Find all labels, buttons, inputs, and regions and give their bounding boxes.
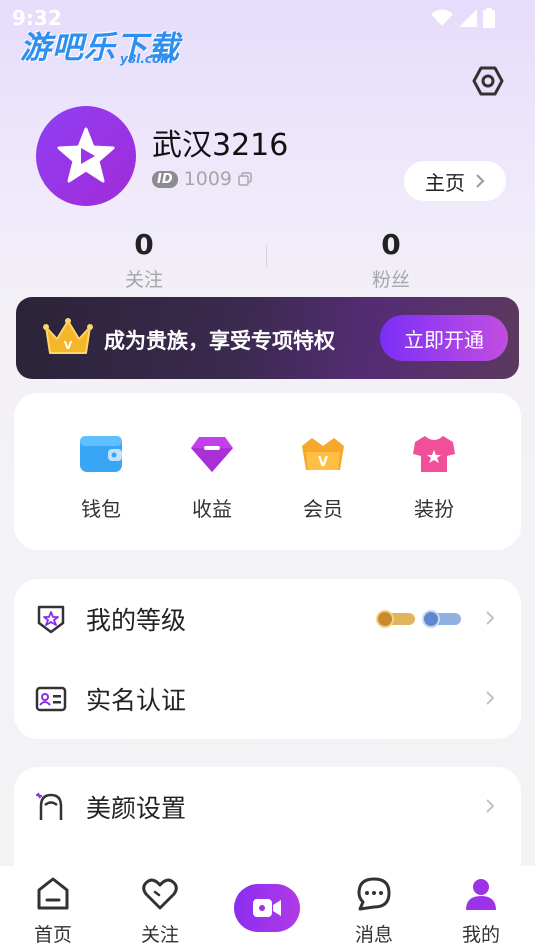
wifi-icon [431,9,453,26]
following-label: 关注 [124,269,163,291]
grid-item-earnings[interactable]: 收益 [167,429,257,522]
id-card-icon [34,682,68,716]
tab-messages[interactable]: 消息 [334,874,414,947]
tab-home[interactable]: 首页 [13,874,93,947]
tab-following[interactable]: 关注 [120,874,200,947]
settings-icon [472,66,504,96]
copy-icon[interactable] [238,172,252,186]
tab-label-home: 首页 [33,924,72,946]
grid-label-dressup: 装扮 [414,497,454,521]
stat-fans[interactable]: 0 粉丝 [331,228,451,292]
wealth-level-badge [376,610,415,628]
grid-item-dressup[interactable]: 装扮 [389,429,479,522]
grid-item-wallet[interactable]: 钱包 [56,429,146,522]
username: 武汉3216 [152,128,289,163]
home-page-button[interactable]: 主页 [404,161,506,201]
tab-label-profile: 我的 [461,924,500,946]
quick-actions-card: 钱包 收益 V 会员 装扮 [14,393,521,550]
fans-count: 0 [381,228,401,261]
bottom-tab-bar: 首页 关注 消息 我的 [0,866,535,951]
menu-label-beauty: 美颜设置 [86,794,187,823]
tab-label-messages: 消息 [354,924,393,946]
live-video-icon [253,899,281,917]
user-id-row: ID 1009 [152,168,252,190]
diamond-icon [187,429,237,479]
grid-label-earnings: 收益 [192,497,232,521]
message-icon [334,874,414,914]
vip-activate-button[interactable]: 立即开通 [380,315,508,361]
watermark-sub: y8l.com [120,52,173,66]
grid-label-wallet: 钱包 [81,497,121,521]
svg-text:V: V [318,455,328,470]
wallet-icon [76,429,126,479]
crown-gold-icon: V [43,318,93,354]
heart-icon [120,874,200,914]
id-badge: ID [152,170,178,188]
menu-item-verification[interactable]: 实名认证 [14,659,521,739]
stat-divider [266,245,267,267]
chevron-right-icon [485,607,495,632]
status-icons [431,8,495,28]
chevron-right-icon [476,174,485,188]
settings-button[interactable] [470,63,506,99]
home-page-label: 主页 [425,170,465,195]
menu-card-1: 我的等级 实名认证 [14,579,521,739]
fans-label: 粉丝 [371,269,410,291]
grid-item-membership[interactable]: V 会员 [278,429,368,522]
signal-icon [459,9,477,27]
level-badges [376,610,461,628]
watermark-logo: 游吧乐下载 y8l.com [20,22,180,67]
vip-banner-text: 成为贵族，享受专项特权 [104,329,335,353]
user-id-value: 1009 [183,168,232,190]
beauty-icon [34,790,68,824]
tab-profile[interactable]: 我的 [441,874,521,947]
menu-item-level[interactable]: 我的等级 [14,579,521,659]
tab-label-following: 关注 [140,924,179,946]
profile-icon [441,874,521,914]
go-live-button[interactable] [234,884,300,932]
home-icon [13,874,93,914]
stat-following[interactable]: 0 关注 [84,228,204,292]
svg-text:V: V [64,339,73,352]
vip-banner[interactable]: V 成为贵族，享受专项特权 立即开通 [16,297,519,379]
chevron-right-icon [485,687,495,712]
grid-label-membership: 会员 [303,497,343,521]
shirt-icon [409,429,459,479]
charm-level-badge [422,610,461,628]
battery-icon [483,8,495,28]
star-play-icon [57,127,115,183]
crown-icon: V [298,429,348,479]
menu-item-beauty[interactable]: 美颜设置 [14,767,521,847]
avatar[interactable] [36,106,136,206]
menu-label-level: 我的等级 [86,606,187,635]
chevron-right-icon [485,795,495,820]
following-count: 0 [134,228,154,261]
level-icon [34,602,68,636]
menu-label-verification: 实名认证 [86,686,187,715]
